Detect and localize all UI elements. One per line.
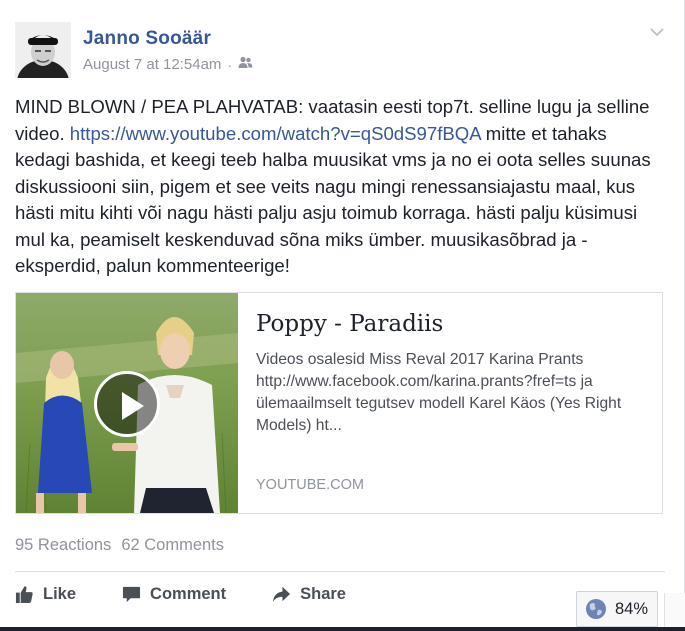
share-label: Share <box>300 584 346 603</box>
link-card-description: Videos osalesid Miss Reval 2017 Karina P… <box>256 351 622 434</box>
post-meta: August 7 at 12:54am · <box>83 56 253 73</box>
youtube-link[interactable]: https://www.youtube.com/watch?v=qS0dS97f… <box>70 123 481 144</box>
comment-button[interactable]: Comment <box>122 585 226 604</box>
share-icon <box>273 586 291 602</box>
play-button[interactable] <box>94 371 160 437</box>
like-button[interactable]: Like <box>15 585 76 604</box>
post-header: Janno Sooäär August 7 at 12:54am · <box>15 22 665 78</box>
comment-label: Comment <box>150 584 227 603</box>
chevron-down-icon[interactable] <box>649 24 665 40</box>
zoom-level: 84% <box>615 599 649 618</box>
avatar[interactable] <box>15 22 71 78</box>
window-bottom-edge <box>0 627 685 631</box>
comment-icon <box>122 586 141 602</box>
friends-icon[interactable] <box>238 56 253 73</box>
post-text: MIND BLOWN / PEA PLAHVATAB: vaatasin ees… <box>15 94 665 280</box>
engagement-stats: 95 Reactions 62 Comments <box>15 536 224 555</box>
link-card-domain: YOUTUBE.COM <box>256 477 364 493</box>
reactions-count[interactable]: 95 Reactions <box>15 536 111 555</box>
link-card-info[interactable]: Poppy - Paradiis Videos osalesid Miss Re… <box>238 293 662 513</box>
like-label: Like <box>43 584 77 603</box>
share-button[interactable]: Share <box>272 585 346 604</box>
divider <box>15 571 665 572</box>
zoom-indicator[interactable]: 84% <box>576 591 658 627</box>
globe-icon <box>586 599 606 619</box>
side-panel-edge <box>664 593 685 627</box>
post-timestamp[interactable]: August 7 at 12:54am <box>83 56 221 73</box>
meta-separator: · <box>227 56 233 73</box>
comments-count[interactable]: 62 Comments <box>121 536 224 555</box>
thumbs-up-icon <box>15 585 33 603</box>
action-bar: Like Comment Share <box>15 580 392 608</box>
facebook-post: Janno Sooäär August 7 at 12:54am · MIND … <box>0 0 685 631</box>
post-text-rest: mitte et tahaks kedagi bashida, et keegi… <box>15 122 651 277</box>
video-thumbnail[interactable] <box>16 293 238 513</box>
link-preview-card[interactable]: Poppy - Paradiis Videos osalesid Miss Re… <box>15 292 663 514</box>
author-name[interactable]: Janno Sooäär <box>83 28 211 50</box>
link-card-title[interactable]: Poppy - Paradiis <box>256 311 644 337</box>
